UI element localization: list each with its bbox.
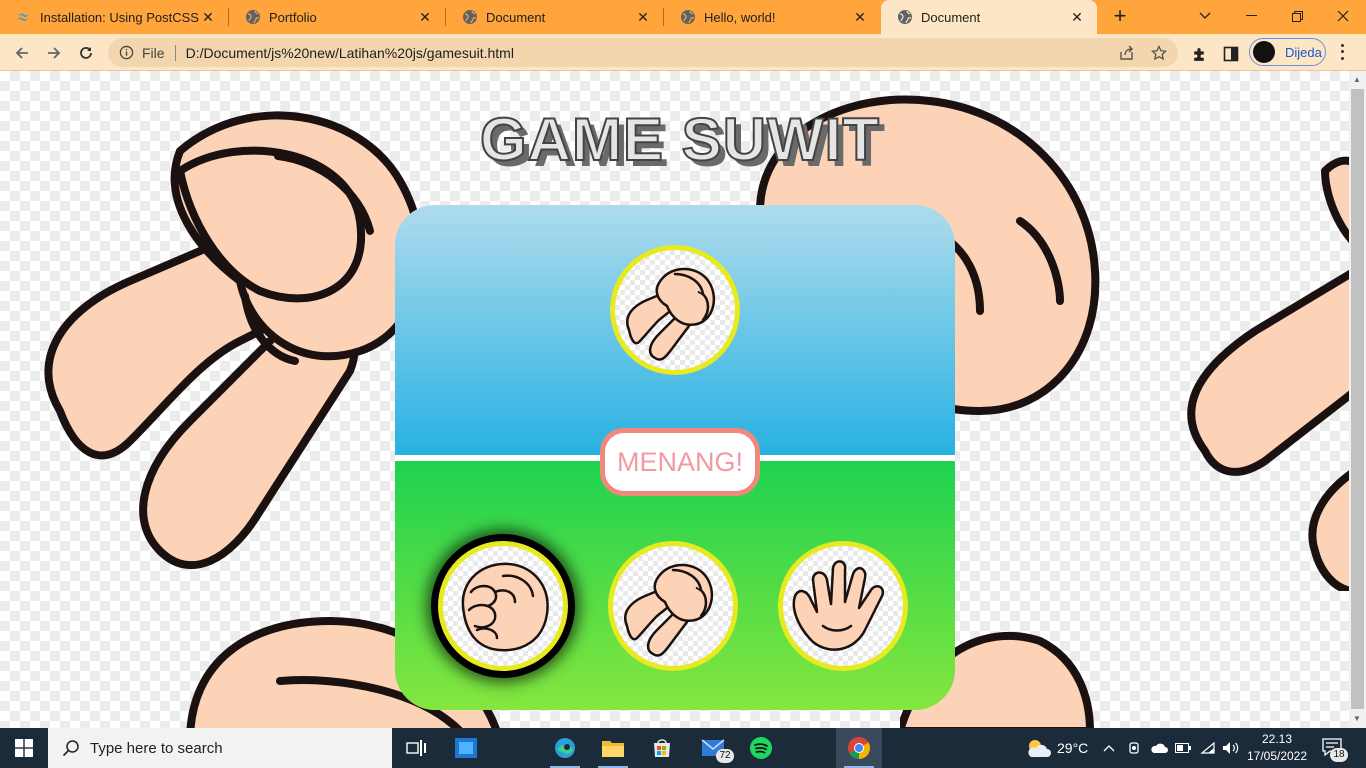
browser-toolbar: File D:/Document/js%20new/Latihan%20js/g… xyxy=(0,34,1366,71)
tailwind-icon xyxy=(16,9,32,25)
vertical-scrollbar[interactable]: ▲ ▼ xyxy=(1349,71,1366,728)
close-icon[interactable]: ✕ xyxy=(417,9,433,25)
computer-choice-scissors xyxy=(610,245,740,375)
player-choice-paper[interactable] xyxy=(778,541,908,671)
tab-document[interactable]: Document ✕ xyxy=(446,0,663,34)
weather-temp: 29°C xyxy=(1057,740,1089,756)
widget-app-icon[interactable] xyxy=(443,728,489,768)
new-tab-button[interactable]: + xyxy=(1108,5,1132,29)
file-explorer-icon[interactable] xyxy=(590,728,636,768)
reload-button[interactable] xyxy=(72,39,100,67)
tab-strip: Installation: Using PostCSS - ✕ Portfoli… xyxy=(0,0,1366,34)
search-icon xyxy=(62,740,79,757)
tab-title: Document xyxy=(921,9,981,25)
share-icon[interactable] xyxy=(1118,44,1136,62)
globe-icon xyxy=(897,9,913,25)
mail-badge: 72 xyxy=(716,749,734,763)
clock-date: 17/05/2022 xyxy=(1246,749,1308,763)
close-window-button[interactable] xyxy=(1320,0,1366,32)
search-placeholder: Type here to search xyxy=(90,739,223,757)
profile-name: Dijeda xyxy=(1285,44,1322,60)
bookmark-star-icon[interactable] xyxy=(1150,44,1168,62)
player-choice-scissors[interactable] xyxy=(608,541,738,671)
background-scissors-hand-edge xyxy=(1187,156,1349,591)
tab-title: Hello, world! xyxy=(704,9,776,25)
show-hidden-icons-icon[interactable] xyxy=(1103,728,1115,768)
forward-button[interactable] xyxy=(40,39,68,67)
edge-browser-icon[interactable] xyxy=(542,728,588,768)
tab-title: Installation: Using PostCSS - xyxy=(40,9,200,25)
scissors-hand-icon xyxy=(624,563,714,657)
task-view-icon[interactable] xyxy=(393,728,439,768)
globe-icon xyxy=(462,9,478,25)
menu-kebab-icon[interactable] xyxy=(1337,42,1347,62)
paper-hand-icon xyxy=(792,560,885,651)
result-badge: MENANG! xyxy=(600,428,760,496)
store-icon[interactable] xyxy=(639,728,685,768)
notification-badge: 18 xyxy=(1330,748,1348,762)
tab-hello-world[interactable]: Hello, world! ✕ xyxy=(664,0,880,34)
tab-title: Portfolio xyxy=(269,9,317,25)
close-icon[interactable]: ✕ xyxy=(200,9,216,25)
close-icon[interactable]: ✕ xyxy=(852,9,868,25)
extensions-icon[interactable] xyxy=(1189,44,1209,64)
restore-button[interactable] xyxy=(1274,0,1320,32)
notification-center-icon[interactable]: 18 xyxy=(1320,736,1348,762)
scrollbar-thumb[interactable] xyxy=(1351,89,1364,709)
divider xyxy=(174,44,176,61)
battery-icon[interactable] xyxy=(1175,728,1191,768)
page-viewport: GAME SUWIT MENANG! xyxy=(0,71,1349,728)
scroll-up-arrow-icon[interactable]: ▲ xyxy=(1353,75,1361,84)
url-text[interactable]: D:/Document/js%20new/Latihan%20js/gamesu… xyxy=(186,45,1178,61)
avatar xyxy=(1253,41,1275,63)
taskbar-search[interactable]: Type here to search xyxy=(48,728,392,768)
profile-button[interactable]: Dijeda xyxy=(1249,38,1326,66)
tab-postcss[interactable]: Installation: Using PostCSS - ✕ xyxy=(0,0,228,34)
minimize-button[interactable] xyxy=(1228,0,1274,32)
info-icon[interactable] xyxy=(118,45,134,61)
wifi-icon[interactable] xyxy=(1200,728,1216,768)
windows-taskbar: Type here to search 72 29°C 22.13 17/05/… xyxy=(0,728,1366,768)
player-choice-rock[interactable] xyxy=(438,541,568,671)
start-button[interactable] xyxy=(0,728,48,768)
tab-title: Document xyxy=(486,9,546,25)
windows-logo-icon xyxy=(15,739,33,757)
volume-icon[interactable] xyxy=(1222,728,1240,768)
rock-fist-icon xyxy=(461,562,549,652)
chrome-icon[interactable] xyxy=(836,728,882,768)
globe-icon xyxy=(680,9,696,25)
scheme-label: File xyxy=(142,44,165,61)
tab-search-icon[interactable] xyxy=(1182,0,1228,32)
page-title: GAME SUWIT xyxy=(479,105,880,174)
globe-icon xyxy=(245,9,261,25)
close-icon[interactable]: ✕ xyxy=(635,9,651,25)
mail-icon[interactable]: 72 xyxy=(690,728,736,768)
close-icon[interactable]: ✕ xyxy=(1069,9,1085,25)
scissors-hand-icon xyxy=(626,267,716,361)
tab-portfolio[interactable]: Portfolio ✕ xyxy=(229,0,445,34)
clock-time: 22.13 xyxy=(1261,732,1293,746)
weather-widget[interactable]: 29°C xyxy=(1025,728,1088,768)
side-panel-icon[interactable] xyxy=(1221,44,1241,64)
meet-now-icon[interactable] xyxy=(1128,728,1142,768)
scroll-down-arrow-icon[interactable]: ▼ xyxy=(1353,714,1361,723)
clock[interactable]: 22.13 17/05/2022 xyxy=(1244,731,1310,765)
tab-document-active[interactable]: Document ✕ xyxy=(881,0,1097,34)
partly-cloudy-icon xyxy=(1028,740,1051,757)
onedrive-cloud-icon[interactable] xyxy=(1150,728,1168,768)
back-button[interactable] xyxy=(8,39,36,67)
address-bar[interactable]: File D:/Document/js%20new/Latihan%20js/g… xyxy=(108,38,1178,67)
spotify-icon[interactable] xyxy=(738,728,784,768)
